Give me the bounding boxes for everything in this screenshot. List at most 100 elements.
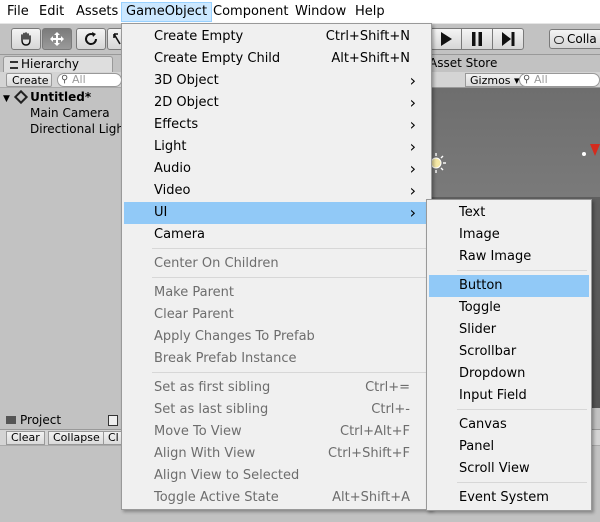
ui-item-label: Event System [459,490,549,505]
cloud-icon [554,35,564,44]
menu-help[interactable]: Help [351,2,389,22]
menu-item-label: Video [154,183,191,198]
scene-root-row[interactable]: ▼ Untitled* [3,89,91,105]
menu-item-label: Light [154,139,187,154]
submenu-arrow-icon: › [409,159,416,178]
pause-button[interactable] [461,28,493,50]
rotate-tool-button[interactable] [76,28,106,50]
menu-item-audio[interactable]: Audio › [124,158,429,180]
menu-item-label: Toggle Active State [154,490,279,505]
menu-edit[interactable]: Edit [35,2,68,22]
ui-item-label: Button [459,278,503,293]
ui-item-text[interactable]: Text [429,202,589,224]
ui-item-button[interactable]: Button [429,275,589,297]
hierarchy-item-main-camera[interactable]: Main Camera [30,105,110,121]
menu-item-break-prefab-instance[interactable]: Break Prefab Instance [124,348,429,370]
hand-tool-button[interactable] [11,28,41,50]
menu-item-set-as-first-sibling[interactable]: Set as first sibling Ctrl+= [124,377,429,399]
scene-name: Untitled* [30,90,92,104]
ui-item-canvas[interactable]: Canvas [429,414,589,436]
menu-item-toggle-active-state[interactable]: Toggle Active State Alt+Shift+A [124,487,429,509]
menu-item-3d-object[interactable]: 3D Object › [124,70,429,92]
list-icon [10,60,18,69]
play-button[interactable] [430,28,462,50]
menu-item-clear-parent[interactable]: Clear Parent [124,304,429,326]
ui-item-label: Toggle [459,300,501,315]
tab-hierarchy[interactable]: Hierarchy [3,56,113,72]
submenu-arrow-icon: › [409,71,416,90]
folder-icon [6,416,16,424]
expand-arrow-icon: ▼ [3,94,10,104]
menu-component[interactable]: Component [209,2,292,22]
tab-project[interactable]: Project [6,413,61,427]
menu-item-label: Align With View [154,446,256,461]
menu-item-create-empty[interactable]: Create Empty Ctrl+Shift+N [124,26,429,48]
menu-item-apply-changes-to-prefab[interactable]: Apply Changes To Prefab [124,326,429,348]
menu-item-label: Move To View [154,424,242,439]
ui-item-raw-image[interactable]: Raw Image [429,246,589,268]
hierarchy-tab-label: Hierarchy [21,57,80,71]
submenu-arrow-icon: › [409,115,416,134]
search-icon: ⚲ [523,74,531,85]
hierarchy-item-directional-light[interactable]: Directional Light [30,121,129,137]
menu-item-label: 3D Object [154,73,219,88]
create-label: Create [12,74,49,87]
menu-item-label: Align View to Selected [154,468,300,483]
menu-item-make-parent[interactable]: Make Parent [124,282,429,304]
ui-item-label: Raw Image [459,249,532,264]
menu-separator [457,409,587,410]
ui-item-label: Scrollbar [459,344,517,359]
menu-gameobject[interactable]: GameObject [121,2,213,22]
collapse-button[interactable]: Collapse [48,431,105,445]
menu-item-shortcut: Ctrl+Shift+N [325,29,410,44]
play-icon [441,32,452,46]
menu-item-center-on-children[interactable]: Center On Children [124,253,429,275]
menu-item-label: Camera [154,227,206,242]
ui-item-scrollbar[interactable]: Scrollbar [429,341,589,363]
gizmos-dropdown[interactable]: Gizmos ▾ [465,73,525,87]
hierarchy-search-input[interactable]: ⚲ All [57,73,122,87]
menu-item-shortcut: Ctrl+= [365,380,410,395]
menu-item-align-with-view[interactable]: Align With View Ctrl+Shift+F [124,443,429,465]
step-icon [502,32,515,46]
create-dropdown[interactable]: Create ▾ [6,73,52,100]
menu-item-light[interactable]: Light › [124,136,429,158]
menu-item-set-as-last-sibling[interactable]: Set as last sibling Ctrl+- [124,399,429,421]
menu-item-shortcut: Ctrl+Shift+F [328,446,410,461]
tab-asset-store[interactable]: Asset Store [429,56,497,70]
menu-item-create-empty-child[interactable]: Create Empty Child Alt+Shift+N [124,48,429,70]
step-button[interactable] [492,28,524,50]
ui-item-image[interactable]: Image [429,224,589,246]
ui-item-input-field[interactable]: Input Field [429,385,589,407]
ui-item-slider[interactable]: Slider [429,319,589,341]
clear-button[interactable]: Clear [6,431,45,445]
ui-item-panel[interactable]: Panel [429,436,589,458]
scene-toolbar: Gizmos ▾ ⚲ All [425,72,600,88]
move-tool-button[interactable] [42,28,72,50]
ui-item-toggle[interactable]: Toggle [429,297,589,319]
ui-item-scroll-view[interactable]: Scroll View [429,458,589,480]
menu-item-label: Center On Children [154,256,279,271]
menu-item-2d-object[interactable]: 2D Object › [124,92,429,114]
scene-search-input[interactable]: ⚲ All [519,73,600,87]
ui-item-label: Canvas [459,417,507,432]
menu-item-video[interactable]: Video › [124,180,429,202]
menu-separator [152,372,428,373]
project-tab-strip: Project [0,412,122,429]
menu-item-camera[interactable]: Camera [124,224,429,246]
menu-item-align-view-to-selected[interactable]: Align View to Selected [124,465,429,487]
menu-item-label: Clear Parent [154,307,234,322]
collab-button[interactable]: Colla [549,29,600,49]
ui-item-event-system[interactable]: Event System [429,487,589,509]
menu-item-effects[interactable]: Effects › [124,114,429,136]
menu-assets[interactable]: Assets [72,2,122,22]
menu-window[interactable]: Window [291,2,350,22]
menu-item-ui[interactable]: UI › [124,202,429,224]
menu-item-shortcut: Alt+Shift+N [331,51,410,66]
ui-submenu: Text Image Raw Image Button Toggle Slider Scro… [426,199,592,511]
ui-item-label: Image [459,227,500,242]
ui-item-dropdown[interactable]: Dropdown [429,363,589,385]
menu-file[interactable]: File [3,2,33,22]
menu-item-shortcut: Ctrl+- [371,402,410,417]
menu-item-move-to-view[interactable]: Move To View Ctrl+Alt+F [124,421,429,443]
